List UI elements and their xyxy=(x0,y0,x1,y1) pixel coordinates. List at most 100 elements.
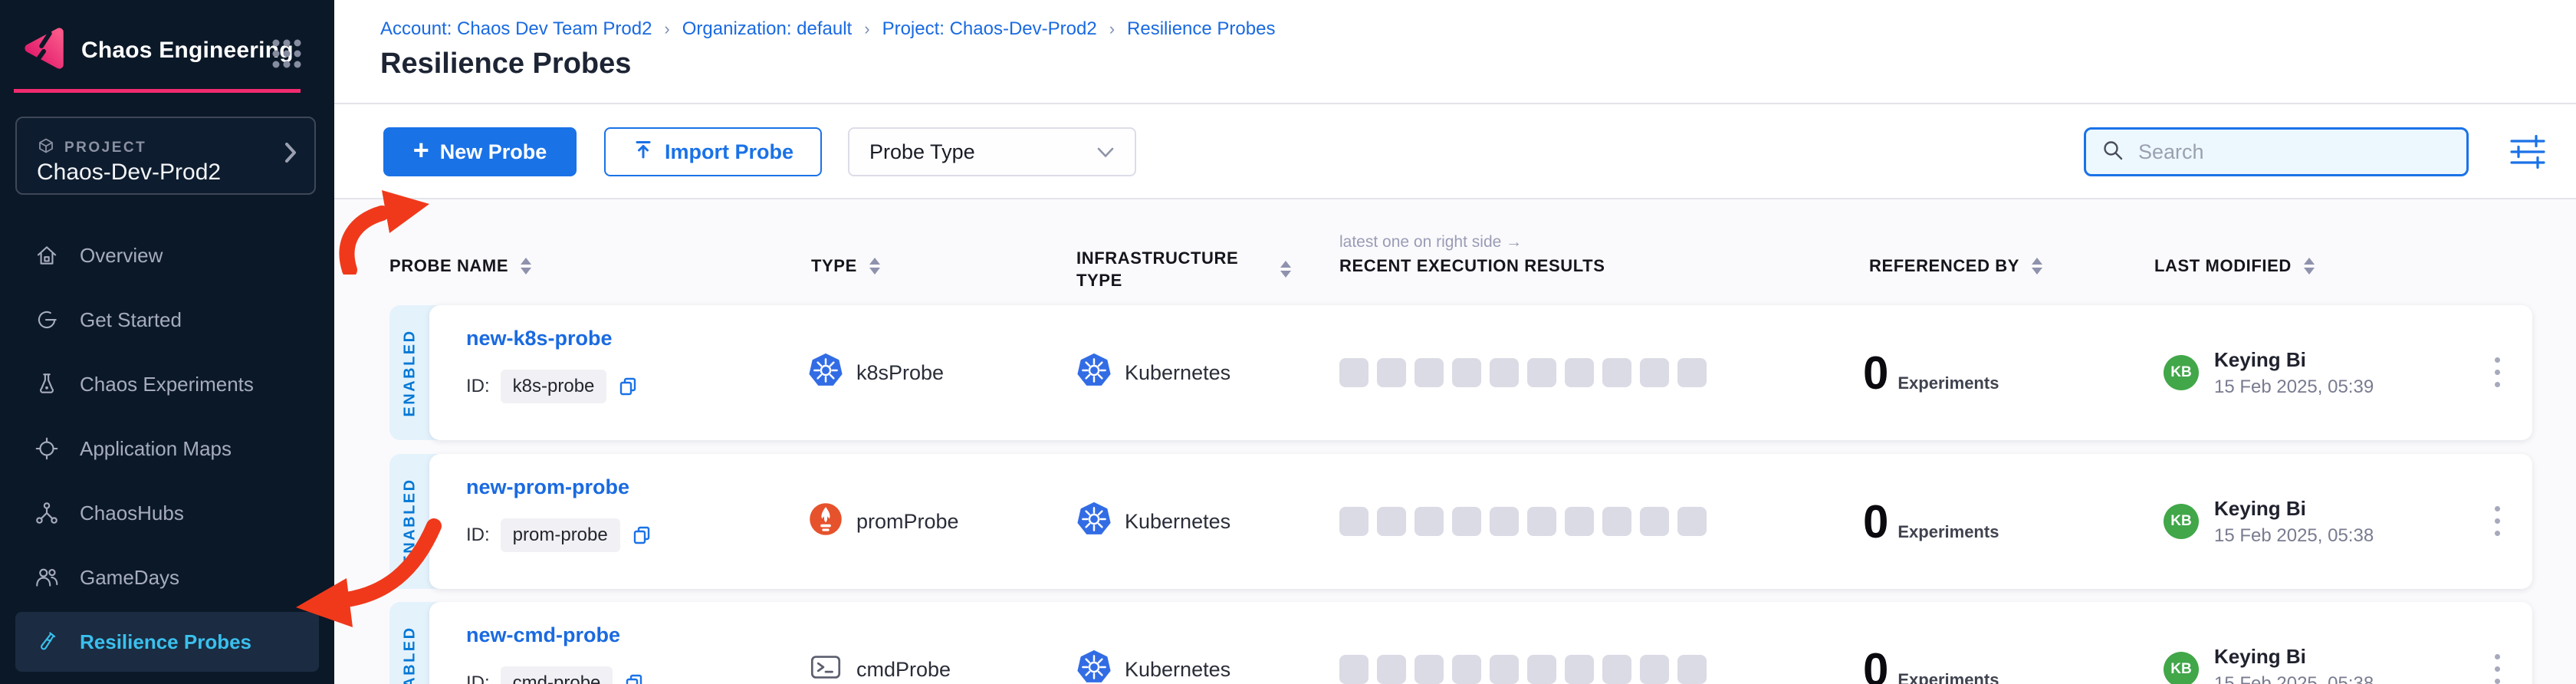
modified-by-name: Keying Bi xyxy=(2214,348,2374,372)
copy-icon[interactable] xyxy=(623,672,645,684)
row-menu-kebab-icon[interactable] xyxy=(2490,501,2505,541)
sidebar-item-label: GameDays xyxy=(80,566,179,590)
table-row: new-k8s-probe ID: k8s-probe xyxy=(389,305,2532,440)
filter-sliders-icon[interactable] xyxy=(2509,135,2547,169)
probe-card: new-prom-probe ID: prom-probe xyxy=(429,454,2532,589)
status-badge: ENABLED xyxy=(389,454,431,589)
import-probe-label: Import Probe xyxy=(665,140,794,164)
home-icon xyxy=(34,242,60,268)
main-content: Account: Chaos Dev Team Prod2 › Organiza… xyxy=(334,0,2576,684)
plus-icon: + xyxy=(413,134,429,166)
probes-table: latest one on right side → PROBE NAME TY… xyxy=(334,198,2576,684)
sort-icon[interactable] xyxy=(869,258,880,275)
flask-icon xyxy=(34,371,60,397)
sidebar-item-overview[interactable]: Overview xyxy=(15,225,319,285)
hub-icon xyxy=(34,500,60,526)
sidebar-item-application-maps[interactable]: Application Maps xyxy=(15,419,319,478)
brand: Chaos Engineering xyxy=(21,26,294,74)
referenced-by-cell: 0 Experiments xyxy=(1863,454,1999,589)
referenced-count: 0 xyxy=(1863,495,1888,548)
kubernetes-icon xyxy=(809,354,843,393)
latest-execution-note: latest one on right side → xyxy=(1339,233,1522,252)
avatar: KB xyxy=(2164,504,2199,539)
sort-icon[interactable] xyxy=(1280,261,1291,278)
resilience-probes-page: Chaos Engineering PROJECT Chaos-Dev-Prod… xyxy=(0,0,2576,684)
modified-at-date: 15 Feb 2025, 05:38 xyxy=(2214,673,2374,684)
probe-card: new-k8s-probe ID: k8s-probe xyxy=(429,305,2532,440)
table-row: new-cmd-probe ID: cmd-probe xyxy=(389,602,2532,684)
sidebar-item-label: Resilience Probes xyxy=(80,630,251,654)
sidebar-item-resilience-probes[interactable]: Resilience Probes xyxy=(15,612,319,672)
search-box xyxy=(2084,127,2469,176)
get-started-icon xyxy=(34,307,60,333)
project-selector[interactable]: PROJECT Chaos-Dev-Prod2 xyxy=(15,117,316,195)
probe-type-select[interactable]: Probe Type xyxy=(848,127,1136,176)
infrastructure-cell: Kubernetes xyxy=(1077,305,1230,440)
row-menu-kebab-icon[interactable] xyxy=(2490,649,2505,684)
sidebar-item-chaos-experiments[interactable]: Chaos Experiments xyxy=(15,354,319,414)
sidebar-item-gamedays[interactable]: GameDays xyxy=(15,548,319,607)
sort-icon[interactable] xyxy=(2304,258,2315,275)
recent-execution-results xyxy=(1339,305,1707,440)
last-modified-cell: KB Keying Bi 15 Feb 2025, 05:39 xyxy=(2164,305,2374,440)
sort-icon[interactable] xyxy=(2032,258,2042,275)
copy-icon[interactable] xyxy=(617,376,639,397)
brand-accent-rule xyxy=(14,89,301,93)
probe-name-link[interactable]: new-cmd-probe xyxy=(466,623,620,647)
modified-at-date: 15 Feb 2025, 05:38 xyxy=(2214,525,2374,547)
avatar: KB xyxy=(2164,355,2199,390)
import-probe-button[interactable]: Import Probe xyxy=(604,127,822,176)
probe-type-cell: cmdProbe xyxy=(809,602,951,684)
breadcrumb-project[interactable]: Project: Chaos-Dev-Prod2 xyxy=(882,18,1097,40)
column-header-referenced-by: REFERENCED BY xyxy=(1869,256,2042,276)
kubernetes-icon xyxy=(1077,502,1111,541)
test-tube-icon xyxy=(34,629,60,655)
probe-name-link[interactable]: new-k8s-probe xyxy=(466,327,613,350)
probe-type-label: promProbe xyxy=(856,510,959,534)
cube-icon xyxy=(37,136,55,159)
modified-by-name: Keying Bi xyxy=(2214,645,2374,669)
new-probe-button[interactable]: + New Probe xyxy=(383,127,577,176)
new-probe-label: New Probe xyxy=(440,140,547,164)
page-title: Resilience Probes xyxy=(380,48,631,81)
breadcrumb-account[interactable]: Account: Chaos Dev Team Prod2 xyxy=(380,18,652,40)
project-name: Chaos-Dev-Prod2 xyxy=(37,159,221,186)
copy-icon[interactable] xyxy=(631,525,652,546)
probe-id-value: k8s-probe xyxy=(501,370,607,403)
probe-type-cell: promProbe xyxy=(809,454,959,589)
sort-icon[interactable] xyxy=(521,258,531,275)
sidebar-item-get-started[interactable]: Get Started xyxy=(15,290,319,350)
probe-name-link[interactable]: new-prom-probe xyxy=(466,475,629,499)
probe-id-value: prom-probe xyxy=(501,518,620,552)
breadcrumb-separator: › xyxy=(864,19,869,39)
sidebar-item-chaoshubs[interactable]: ChaosHubs xyxy=(15,483,319,543)
target-icon xyxy=(34,436,60,462)
terminal-icon xyxy=(809,650,843,684)
probe-id-row: ID: k8s-probe xyxy=(466,370,639,403)
referenced-unit: Experiments xyxy=(1898,373,1999,393)
probe-card: new-cmd-probe ID: cmd-probe xyxy=(429,602,2532,684)
row-menu-kebab-icon[interactable] xyxy=(2490,353,2505,392)
chevron-down-icon xyxy=(1096,140,1115,164)
referenced-count: 0 xyxy=(1863,643,1888,684)
header-divider xyxy=(334,103,2576,104)
breadcrumb-current[interactable]: Resilience Probes xyxy=(1127,18,1275,40)
apps-grid-icon[interactable] xyxy=(270,37,304,74)
infrastructure-label: Kubernetes xyxy=(1125,510,1230,534)
infrastructure-label: Kubernetes xyxy=(1125,658,1230,682)
breadcrumb-separator: › xyxy=(1109,19,1115,39)
infrastructure-label: Kubernetes xyxy=(1125,361,1230,385)
breadcrumb-organization[interactable]: Organization: default xyxy=(682,18,852,40)
probe-type-label: cmdProbe xyxy=(856,658,951,682)
kubernetes-icon xyxy=(1077,650,1111,684)
search-input[interactable] xyxy=(2137,140,2451,165)
app-title: Chaos Engineering xyxy=(81,38,294,64)
search-icon xyxy=(2101,139,2124,166)
sidebar-nav: Overview Get Started Chaos Experiment xyxy=(0,225,334,676)
referenced-by-cell: 0 Experiments xyxy=(1863,305,1999,440)
sidebar-item-label: Chaos Experiments xyxy=(80,373,254,396)
sidebar-item-label: Get Started xyxy=(80,308,182,332)
sidebar-item-label: Overview xyxy=(80,244,163,268)
prometheus-icon xyxy=(809,502,843,541)
breadcrumb: Account: Chaos Dev Team Prod2 › Organiza… xyxy=(380,18,1275,40)
